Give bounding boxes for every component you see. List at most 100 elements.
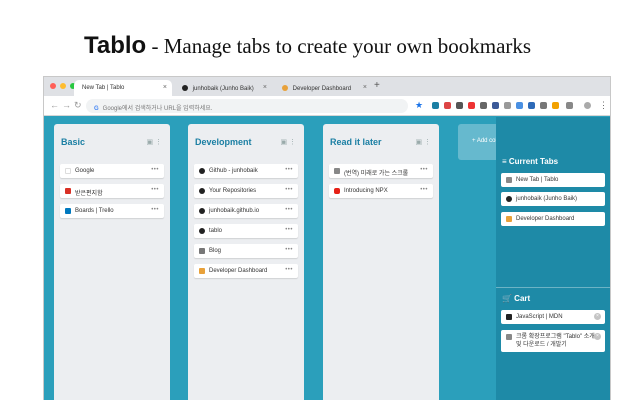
card-label: Developer Dashboard [209, 268, 268, 274]
card-label: (번역) 미래로 가는 스크롤 [344, 171, 409, 177]
extension-icon[interactable] [456, 102, 463, 109]
column-title[interactable]: Basic [61, 137, 85, 147]
youtube-icon [334, 188, 340, 194]
menu-icon[interactable]: ⋮ [599, 100, 608, 111]
window-controls [50, 83, 76, 89]
github-icon [199, 188, 205, 194]
browser-tab-developer-dashboard[interactable]: Developer Dashboard × [274, 80, 372, 96]
card-label: Github - junhobaik [209, 168, 258, 174]
reload-icon[interactable]: ↻ [74, 100, 82, 111]
promo-headline: Tablo - Manage tabs to create your own b… [84, 32, 531, 62]
more-icon[interactable]: ••• [285, 227, 293, 233]
remove-icon[interactable]: × [594, 333, 601, 340]
card-label: Google [75, 168, 95, 174]
extension-icon[interactable] [480, 102, 487, 109]
current-tabs-title: ≡ Current Tabs [502, 157, 559, 166]
card-label: JavaScript | MDN [516, 314, 563, 320]
close-tab-icon[interactable]: × [163, 84, 167, 91]
bookmark-star-icon[interactable]: ★ [415, 100, 423, 111]
column-menu-icon[interactable]: ▣ ⋮ [146, 138, 162, 146]
back-icon[interactable]: ← [50, 100, 59, 110]
remove-icon[interactable]: × [594, 313, 601, 320]
github-icon [199, 228, 205, 234]
cart-card[interactable]: JavaScript | MDN × [501, 310, 605, 324]
bookmark-card[interactable]: Google ••• [60, 164, 164, 178]
card-label: Introducing NPX [344, 188, 388, 194]
column-title[interactable]: Development [195, 137, 252, 147]
browser-tab-tablo[interactable]: New Tab | Tablo × [74, 80, 172, 96]
extension-icon[interactable] [552, 102, 559, 109]
close-tab-icon[interactable]: × [263, 84, 267, 91]
panel-divider [496, 287, 610, 288]
bookmark-card[interactable]: Github - junhobaik ••• [194, 164, 298, 178]
extension-icon[interactable] [516, 102, 523, 109]
column-title[interactable]: Read it later [330, 137, 382, 147]
more-icon[interactable]: ••• [285, 207, 293, 213]
more-icon[interactable]: ••• [285, 267, 293, 273]
extension-icon[interactable] [444, 102, 451, 109]
more-icon[interactable]: ••• [420, 167, 428, 173]
card-label: junhobaik (Junho Baik) [516, 196, 578, 202]
github-icon [199, 168, 205, 174]
extension-icon[interactable] [540, 102, 547, 109]
more-icon[interactable]: ••• [285, 247, 293, 253]
more-icon[interactable]: ••• [151, 167, 159, 173]
close-tab-icon[interactable]: × [363, 84, 367, 91]
extension-icon[interactable] [492, 102, 499, 109]
minimize-window-button[interactable] [60, 83, 66, 89]
browser-window: New Tab | Tablo × junhobaik (Junho Baik)… [44, 77, 610, 400]
chrome-icon [506, 216, 512, 222]
tab-label: junhobaik (Junho Baik) [192, 86, 254, 92]
github-icon [182, 85, 188, 91]
bookmark-card[interactable]: Boards | Trello ••• [60, 204, 164, 218]
bookmark-card[interactable]: Developer Dashboard ••• [194, 264, 298, 278]
column-menu-icon[interactable]: ▣ ⋮ [415, 138, 431, 146]
cart-card[interactable]: 크롬 확장프로그램 "Tablo" 소개 및 다운로드 / 개발기 × [501, 330, 605, 352]
extension-icon[interactable] [504, 102, 511, 109]
doc-icon [506, 177, 512, 183]
card-label: 크롬 확장프로그램 "Tablo" 소개 및 다운로드 / 개발기 [516, 334, 595, 348]
google-icon [65, 168, 71, 174]
more-icon[interactable]: ••• [285, 167, 293, 173]
extension-icon[interactable] [528, 102, 535, 109]
bookmark-card[interactable]: tablo ••• [194, 224, 298, 238]
extension-icon[interactable] [566, 102, 573, 109]
bookmark-card[interactable]: (번역) 미래로 가는 스크롤 ••• [329, 164, 433, 178]
avatar[interactable] [584, 102, 591, 109]
browser-tab-github[interactable]: junhobaik (Junho Baik) × [174, 80, 272, 96]
bookmark-card[interactable]: Blog ••• [194, 244, 298, 258]
current-tab-card[interactable]: New Tab | Tablo [501, 173, 605, 187]
column-read-it-later: Read it later ▣ ⋮ (번역) 미래로 가는 스크롤 ••• In… [323, 124, 439, 400]
github-icon [506, 196, 512, 202]
current-tab-card[interactable]: junhobaik (Junho Baik) [501, 192, 605, 206]
new-tab-button[interactable]: + [374, 80, 380, 91]
more-icon[interactable]: ••• [151, 207, 159, 213]
tablo-extension-icon[interactable] [432, 102, 439, 109]
tagline: - Manage tabs to create your own bookmar… [146, 34, 532, 58]
brand-name: Tablo [84, 32, 147, 59]
column-basic: Basic ▣ ⋮ Google ••• 받은편지함 ••• Boards | … [54, 124, 170, 400]
card-label: Boards | Trello [75, 208, 114, 214]
pocket-icon[interactable] [468, 102, 475, 109]
address-placeholder: Google에서 검색하거나 URL을 입력하세요. [102, 106, 213, 112]
google-icon: G [94, 106, 99, 112]
card-label: Developer Dashboard [516, 216, 575, 222]
tab-label: New Tab | Tablo [82, 85, 125, 91]
bookmark-card[interactable]: Your Repositories ••• [194, 184, 298, 198]
doc-icon [506, 334, 512, 340]
bookmark-card[interactable]: 받은편지함 ••• [60, 184, 164, 198]
bookmark-card[interactable]: Introducing NPX ••• [329, 184, 433, 198]
doc-icon [334, 168, 340, 174]
card-label: Your Repositories [209, 188, 257, 194]
forward-icon[interactable]: → [62, 100, 71, 110]
bookmark-card[interactable]: junhobaik.github.io ••• [194, 204, 298, 218]
tab-label: Developer Dashboard [292, 86, 352, 92]
address-bar[interactable]: G Google에서 검색하거나 URL을 입력하세요. [86, 99, 408, 113]
more-icon[interactable]: ••• [420, 187, 428, 193]
column-menu-icon[interactable]: ▣ ⋮ [280, 138, 296, 146]
close-window-button[interactable] [50, 83, 56, 89]
more-icon[interactable]: ••• [151, 187, 159, 193]
more-icon[interactable]: ••• [285, 187, 293, 193]
browser-toolbar: ← → ↻ G Google에서 검색하거나 URL을 입력하세요. ★ ⋮ [44, 96, 610, 116]
current-tab-card[interactable]: Developer Dashboard [501, 212, 605, 226]
